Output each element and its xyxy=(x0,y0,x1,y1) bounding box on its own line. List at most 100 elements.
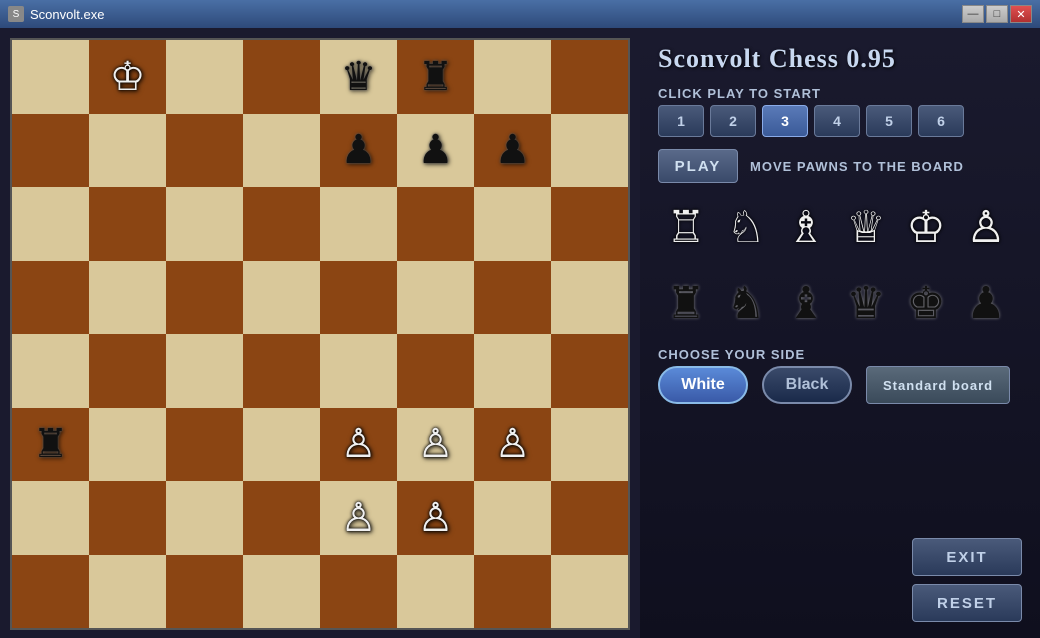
cell-6-6[interactable] xyxy=(474,481,551,555)
cell-5-0[interactable]: ♜ xyxy=(12,408,89,482)
cell-1-2[interactable] xyxy=(166,114,243,188)
cell-5-1[interactable] xyxy=(89,408,166,482)
cell-3-1[interactable] xyxy=(89,261,166,335)
white-side-button[interactable]: White xyxy=(658,366,748,404)
cell-4-4[interactable] xyxy=(320,334,397,408)
cell-4-7[interactable] xyxy=(551,334,628,408)
cell-5-7[interactable] xyxy=(551,408,628,482)
minimize-button[interactable]: — xyxy=(962,5,984,23)
cell-5-3[interactable] xyxy=(243,408,320,482)
piece-white-6-5[interactable]: ♙ xyxy=(418,498,454,538)
piece-black-0-4[interactable]: ♛ xyxy=(341,57,377,97)
cell-2-5[interactable] xyxy=(397,187,474,261)
piece-white-6-4[interactable]: ♙ xyxy=(341,498,377,538)
piece-black-1-5[interactable]: ♟ xyxy=(418,130,454,170)
level-btn-6[interactable]: 6 xyxy=(918,105,964,137)
cell-1-1[interactable] xyxy=(89,114,166,188)
cell-2-7[interactable] xyxy=(551,187,628,261)
cell-4-6[interactable] xyxy=(474,334,551,408)
cell-2-6[interactable] xyxy=(474,187,551,261)
cell-6-5[interactable]: ♙ xyxy=(397,481,474,555)
black-bishop-icon[interactable]: ♝ xyxy=(778,275,834,331)
white-queen-icon[interactable]: ♕ xyxy=(838,199,894,255)
cell-7-4[interactable] xyxy=(320,555,397,629)
level-btn-5[interactable]: 5 xyxy=(866,105,912,137)
cell-0-3[interactable] xyxy=(243,40,320,114)
cell-3-7[interactable] xyxy=(551,261,628,335)
cell-3-3[interactable] xyxy=(243,261,320,335)
black-rook-icon[interactable]: ♜ xyxy=(658,275,714,331)
cell-1-0[interactable] xyxy=(12,114,89,188)
level-btn-4[interactable]: 4 xyxy=(814,105,860,137)
cell-3-6[interactable] xyxy=(474,261,551,335)
play-button[interactable]: PLAY xyxy=(658,149,738,183)
cell-7-1[interactable] xyxy=(89,555,166,629)
cell-0-0[interactable] xyxy=(12,40,89,114)
cell-0-2[interactable] xyxy=(166,40,243,114)
black-pawn-icon[interactable]: ♟ xyxy=(958,275,1014,331)
cell-6-0[interactable] xyxy=(12,481,89,555)
exit-button[interactable]: EXIT xyxy=(912,538,1022,576)
cell-1-6[interactable]: ♟ xyxy=(474,114,551,188)
piece-white-0-1[interactable]: ♔ xyxy=(110,57,146,97)
close-button[interactable]: ✕ xyxy=(1010,5,1032,23)
cell-6-2[interactable] xyxy=(166,481,243,555)
black-king-icon[interactable]: ♚ xyxy=(898,275,954,331)
level-btn-3[interactable]: 3 xyxy=(762,105,808,137)
cell-2-0[interactable] xyxy=(12,187,89,261)
white-king-icon[interactable]: ♔ xyxy=(898,199,954,255)
white-bishop-icon[interactable]: ♗ xyxy=(778,199,834,255)
cell-7-7[interactable] xyxy=(551,555,628,629)
cell-2-4[interactable] xyxy=(320,187,397,261)
cell-3-4[interactable] xyxy=(320,261,397,335)
cell-7-0[interactable] xyxy=(12,555,89,629)
cell-5-6[interactable]: ♙ xyxy=(474,408,551,482)
black-side-button[interactable]: Black xyxy=(762,366,852,404)
piece-black-5-0[interactable]: ♜ xyxy=(33,424,69,464)
cell-7-2[interactable] xyxy=(166,555,243,629)
piece-black-1-6[interactable]: ♟ xyxy=(495,130,531,170)
cell-4-1[interactable] xyxy=(89,334,166,408)
cell-1-3[interactable] xyxy=(243,114,320,188)
cell-0-5[interactable]: ♜ xyxy=(397,40,474,114)
standard-board-button[interactable]: Standard board xyxy=(866,366,1010,404)
cell-0-1[interactable]: ♔ xyxy=(89,40,166,114)
cell-6-4[interactable]: ♙ xyxy=(320,481,397,555)
white-knight-icon[interactable]: ♘ xyxy=(718,199,774,255)
level-btn-1[interactable]: 1 xyxy=(658,105,704,137)
cell-7-5[interactable] xyxy=(397,555,474,629)
cell-3-5[interactable] xyxy=(397,261,474,335)
cell-6-1[interactable] xyxy=(89,481,166,555)
cell-0-4[interactable]: ♛ xyxy=(320,40,397,114)
white-rook-icon[interactable]: ♖ xyxy=(658,199,714,255)
piece-black-1-4[interactable]: ♟ xyxy=(341,130,377,170)
piece-white-5-5[interactable]: ♙ xyxy=(418,424,454,464)
cell-3-2[interactable] xyxy=(166,261,243,335)
cell-4-0[interactable] xyxy=(12,334,89,408)
cell-5-4[interactable]: ♙ xyxy=(320,408,397,482)
cell-1-7[interactable] xyxy=(551,114,628,188)
cell-6-3[interactable] xyxy=(243,481,320,555)
piece-white-5-4[interactable]: ♙ xyxy=(341,424,377,464)
cell-2-3[interactable] xyxy=(243,187,320,261)
maximize-button[interactable]: □ xyxy=(986,5,1008,23)
cell-0-6[interactable] xyxy=(474,40,551,114)
cell-4-3[interactable] xyxy=(243,334,320,408)
cell-5-2[interactable] xyxy=(166,408,243,482)
cell-7-6[interactable] xyxy=(474,555,551,629)
black-knight-icon[interactable]: ♞ xyxy=(718,275,774,331)
black-queen-icon[interactable]: ♛ xyxy=(838,275,894,331)
piece-white-5-6[interactable]: ♙ xyxy=(495,424,531,464)
chess-board[interactable]: ♔ ♛ ♜ ♟ ♟ ♟ ♜ ♙ ♙ ♙ ♙ ♙ xyxy=(10,38,630,630)
level-btn-2[interactable]: 2 xyxy=(710,105,756,137)
cell-6-7[interactable] xyxy=(551,481,628,555)
cell-1-5[interactable]: ♟ xyxy=(397,114,474,188)
reset-button[interactable]: RESET xyxy=(912,584,1022,622)
cell-4-5[interactable] xyxy=(397,334,474,408)
cell-4-2[interactable] xyxy=(166,334,243,408)
white-pawn-icon[interactable]: ♙ xyxy=(958,199,1014,255)
cell-1-4[interactable]: ♟ xyxy=(320,114,397,188)
cell-5-5[interactable]: ♙ xyxy=(397,408,474,482)
cell-2-1[interactable] xyxy=(89,187,166,261)
cell-3-0[interactable] xyxy=(12,261,89,335)
